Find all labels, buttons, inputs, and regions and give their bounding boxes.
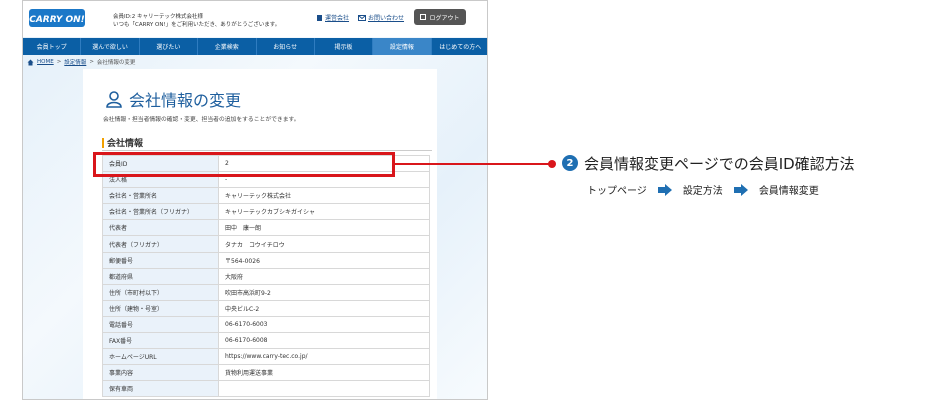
table-row: 都道府県 大阪府: [102, 267, 430, 285]
table-row: 保有車両: [102, 380, 430, 398]
callout-dot: [548, 160, 556, 168]
section-heading-text: 会社情報: [107, 139, 144, 149]
table-row: 電話番号 06-6170-6003: [102, 315, 430, 334]
field-label: 事業内容: [102, 364, 219, 382]
table-row: 代表者（フリガナ） タナカ コウイチロウ: [102, 235, 430, 253]
table-row: 事業内容 貨物利用運送事業: [102, 364, 430, 382]
company-link[interactable]: 運営会社: [316, 13, 349, 22]
carry-on-logo[interactable]: CARRY ON!: [29, 7, 85, 29]
nav-company-search[interactable]: 企業検索: [198, 38, 257, 55]
field-value: 田中 康一朗: [218, 219, 430, 237]
breadcrumb: HOME > 設定情報 > 会社情報の変更: [27, 58, 135, 66]
nav-settings[interactable]: 設定情報: [373, 38, 432, 55]
path-step-2: 設定方法: [682, 186, 723, 197]
field-value: キャリーテックカブシキガイシャ: [218, 203, 430, 221]
field-label: 住所（建物・号室）: [102, 299, 219, 317]
field-value: 貨物利用運送事業: [218, 364, 430, 382]
field-value: 中央ビルC-2: [218, 299, 430, 317]
breadcrumb-current: 会社情報の変更: [96, 60, 136, 66]
field-value: 吹田市高浜町9-2: [218, 283, 430, 301]
nav-want-chosen[interactable]: 選んで欲しい: [81, 38, 140, 55]
member-id-highlight: [93, 152, 395, 177]
page-title-text: 会社情報の変更: [129, 91, 242, 110]
field-value: 大阪府: [218, 267, 430, 285]
home-icon: [27, 59, 34, 65]
table-row: 郵便番号 〒564-0026: [102, 251, 430, 269]
field-label: 住所（市町村以下）: [102, 283, 219, 301]
field-label: 郵便番号: [102, 251, 219, 269]
table-row: ホームページURL https://www.carry-tec.co.jp/: [102, 348, 430, 366]
field-label: ホームページURL: [102, 348, 219, 366]
field-label: 都道府県: [102, 267, 219, 285]
field-value: 06-6170-6008: [218, 332, 430, 350]
user-icon: [106, 91, 122, 108]
logo-text: CARRY ON!: [29, 15, 85, 25]
table-row: 住所（建物・号室） 中央ビルC-2: [102, 299, 430, 317]
field-value: タナカ コウイチロウ: [218, 235, 430, 253]
step-number-badge: 2: [562, 155, 578, 171]
arrow-right-icon: [733, 183, 748, 196]
logout-icon: [420, 14, 427, 20]
path-step-1: トップページ: [587, 186, 647, 197]
breadcrumb-home[interactable]: HOME: [37, 59, 54, 65]
main-nav: 会員トップ 選んで欲しい 選びたい 企業検索 お知らせ 掲示板 設定情報 はじめ…: [23, 38, 487, 55]
field-label: 代表者: [102, 219, 219, 237]
table-row: 代表者 田中 康一朗: [102, 219, 430, 237]
field-label: 会社名・営業所名（フリガナ）: [102, 203, 219, 221]
field-label: FAX番号: [102, 332, 219, 350]
site-header: CARRY ON! 会員ID:2 キャリーテック株式会社様 いつも「CARRY …: [23, 1, 487, 37]
table-row: 会社名・営業所名 キャリーテック株式会社: [102, 187, 430, 205]
greeting-line-1: 会員ID:2 キャリーテック株式会社様: [113, 14, 203, 20]
greeting-line-2: いつも「CARRY ON!」をご利用いただき、ありがとうございます。: [113, 22, 281, 28]
navigation-path: トップページ 設定方法 会員情報変更: [587, 182, 819, 197]
table-row: 住所（市町村以下） 吹田市高浜町9-2: [102, 283, 430, 301]
nav-news[interactable]: お知らせ: [257, 38, 315, 55]
contact-link-label: お問い合わせ: [368, 15, 405, 22]
path-step-3: 会員情報変更: [758, 186, 819, 197]
company-link-label: 運営会社: [325, 15, 350, 22]
callout-connector: [395, 163, 552, 165]
nav-want-choose[interactable]: 選びたい: [140, 38, 199, 55]
contact-link[interactable]: お問い合わせ: [358, 13, 404, 22]
company-info-table: 会員ID 2 法人格 - 会社名・営業所名 キャリーテック株式会社 会社名・営業所名（フリガ…: [102, 154, 430, 398]
field-label: 電話番号: [102, 315, 219, 334]
section-accent-bar: [102, 137, 104, 148]
logout-label: ログアウト: [429, 14, 460, 22]
field-value: [218, 380, 430, 398]
field-label: 代表者（フリガナ）: [102, 235, 219, 253]
field-value: 06-6170-6003: [218, 315, 430, 334]
nav-first-time[interactable]: はじめての方へ: [432, 38, 487, 55]
field-value: 〒564-0026: [218, 251, 430, 269]
arrow-right-icon: [657, 183, 672, 196]
page-description: 会社情報・担当者情報の確認・変更、担当者の追加をすることができます。: [103, 117, 300, 123]
field-label: 会社名・営業所名: [102, 187, 219, 205]
table-row: FAX番号 06-6170-6008: [102, 332, 430, 350]
field-value: キャリーテック株式会社: [218, 187, 430, 205]
building-icon: [317, 15, 322, 21]
breadcrumb-sep-2: >: [89, 59, 94, 65]
main-content: 会社情報の変更 会社情報・担当者情報の確認・変更、担当者の追加をすることができま…: [83, 69, 437, 399]
logout-button[interactable]: ログアウト: [414, 9, 466, 25]
breadcrumb-sep-1: >: [56, 59, 62, 65]
page-title: 会社情報の変更: [105, 87, 241, 111]
step-title: 会員情報変更ページでの会員ID確認方法: [584, 155, 855, 173]
section-heading: 会社情報: [102, 136, 143, 149]
breadcrumb-settings[interactable]: 設定情報: [64, 58, 86, 66]
nav-board[interactable]: 掲示板: [315, 38, 374, 55]
screenshot-frame: CARRY ON! 会員ID:2 キャリーテック株式会社様 いつも「CARRY …: [22, 0, 488, 400]
field-label: 保有車両: [102, 380, 219, 398]
field-value: https://www.carry-tec.co.jp/: [218, 348, 430, 366]
section-divider: [102, 150, 432, 151]
table-row: 会社名・営業所名（フリガナ） キャリーテックカブシキガイシャ: [102, 203, 430, 221]
mail-icon: [358, 14, 366, 21]
nav-member-top[interactable]: 会員トップ: [23, 38, 82, 55]
